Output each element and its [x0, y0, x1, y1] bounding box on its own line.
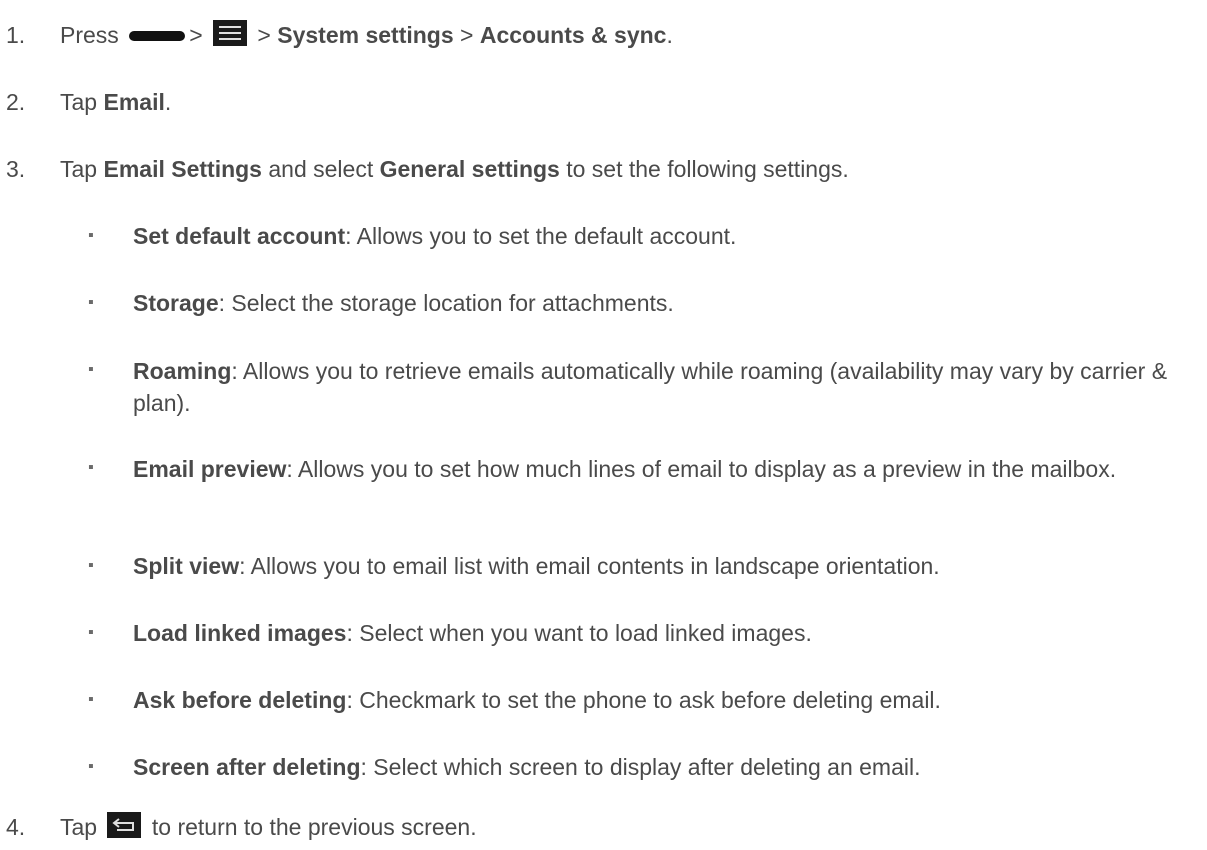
step-number: 3.	[6, 156, 26, 182]
step-number: 4.	[6, 814, 26, 840]
bullet-icon: ▪	[88, 361, 94, 378]
setting-desc: : Select when you want to load linked im…	[346, 620, 812, 646]
setting-term: Storage	[133, 290, 219, 316]
general-settings-label: General settings	[379, 156, 560, 182]
setting-term: Ask before deleting	[133, 687, 347, 713]
setting-term: Email preview	[133, 456, 287, 482]
setting-term: Set default account	[133, 223, 346, 249]
bullet-icon: ▪	[88, 624, 94, 641]
bullet-icon: ▪	[88, 758, 94, 775]
email-label: Email	[103, 89, 165, 115]
step-text: Tap Email Settings and select General se…	[60, 156, 849, 182]
setting-desc: : Checkmark to set the phone to ask befo…	[346, 687, 941, 713]
setting-desc: : Allows you to set how much lines of em…	[286, 456, 1117, 482]
home-key-icon	[129, 30, 186, 41]
bullet-icon: ▪	[88, 557, 94, 574]
step-number: 1.	[6, 22, 26, 48]
setting-desc: : Allows you to email list with email co…	[239, 553, 940, 579]
system-settings-label: System settings	[277, 22, 454, 49]
bullet-icon: ▪	[88, 691, 94, 708]
setting-term: Load linked images	[133, 620, 347, 646]
menu-icon	[213, 20, 248, 46]
setting-term: Screen after deleting	[133, 754, 361, 780]
accounts-sync-label: Accounts & sync	[479, 22, 667, 49]
bullet-icon: ▪	[88, 459, 94, 476]
bullet-icon: ▪	[88, 294, 94, 311]
setting-term: Split view	[133, 553, 240, 579]
bullet-icon: ▪	[88, 227, 94, 244]
step-number: 2.	[6, 89, 26, 115]
step-text: Tap Email.	[60, 89, 172, 115]
step-text: Tap to return to the previous screen.	[60, 812, 477, 846]
setting-desc: : Allows you to retrieve emails automati…	[133, 358, 1168, 416]
setting-desc: : Select which screen to display after d…	[360, 754, 921, 780]
setting-desc: : Allows you to set the default account.	[345, 223, 737, 249]
setting-term: Roaming	[133, 358, 232, 384]
setting-desc: : Select the storage location for attach…	[218, 290, 674, 316]
step-text: Press > > System settings > Accounts & s…	[60, 20, 673, 54]
back-icon	[107, 812, 142, 838]
email-settings-label: Email Settings	[103, 156, 262, 182]
